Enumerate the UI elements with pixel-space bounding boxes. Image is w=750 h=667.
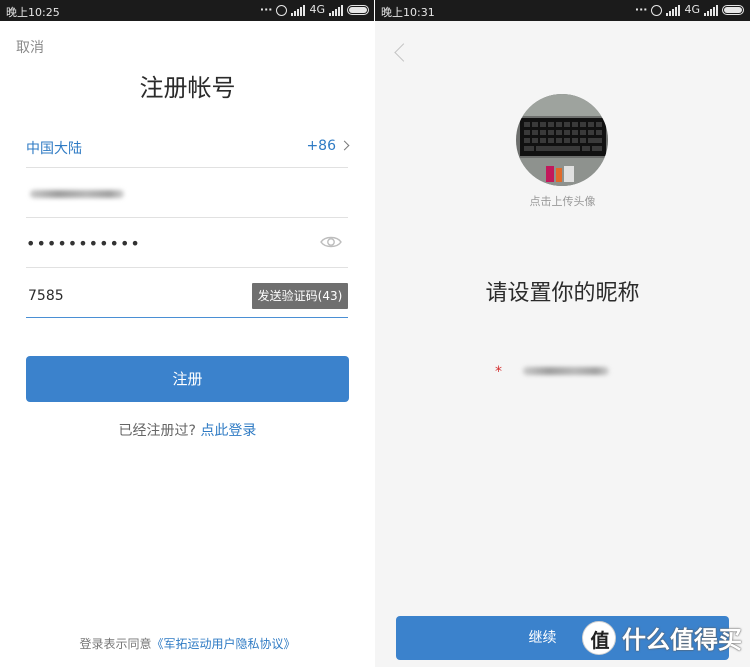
agreement-text: 登录表示同意 (79, 637, 152, 651)
page-title: 注册帐号 (139, 74, 236, 102)
watermark-logo-char: 值 (590, 629, 610, 652)
signal-icon (704, 4, 718, 16)
keyboard-photo-icon (516, 94, 608, 186)
status-icons: ··· 4G (260, 3, 369, 17)
status-bar: 晚上10:31 ··· 4G (375, 0, 750, 21)
network-type: 4G (684, 3, 700, 16)
battery-icon (722, 5, 744, 15)
watermark-logo-icon: 值 (582, 620, 616, 655)
login-link[interactable]: 点此登录 (200, 423, 256, 439)
page-title: 请设置你的昵称 (485, 281, 640, 306)
nickname-input[interactable] (523, 367, 609, 375)
signal-icon (329, 4, 343, 16)
signal-icon (666, 4, 681, 16)
avatar[interactable] (516, 94, 608, 186)
login-prompt-text: 已经注册过? (118, 423, 196, 439)
dots-icon: ··· (634, 3, 648, 16)
eye-icon[interactable] (320, 235, 342, 249)
battery-icon (347, 5, 369, 15)
status-bar: 晚上10:25 ··· 4G (0, 0, 375, 21)
watermark: 值 什么值得买 (582, 620, 742, 655)
status-time: 晚上10:31 (381, 6, 435, 19)
chevron-left-icon[interactable] (394, 43, 413, 62)
login-prompt: 已经注册过? 点此登录 (0, 420, 375, 440)
signal-icon (291, 4, 306, 16)
register-button[interactable]: 注册 (26, 356, 349, 402)
continue-label: 继续 (528, 630, 557, 646)
nickname-screen: 晚上10:31 ··· 4G 点击上传头像 请设置你的昵称 * 继续 (375, 0, 750, 667)
chevron-right-icon (339, 140, 350, 151)
password-mask: ••••••••••• (26, 234, 141, 253)
watermark-text: 什么值得买 (622, 626, 742, 654)
alarm-icon (651, 4, 663, 16)
verification-code-value: 7585 (28, 288, 64, 304)
upload-avatar-hint: 点击上传头像 (529, 195, 596, 208)
required-mark: * (495, 364, 502, 380)
phone-input[interactable] (26, 168, 348, 218)
region-name: 中国大陆 (26, 141, 82, 157)
network-type: 4G (309, 3, 325, 16)
dots-icon: ··· (259, 3, 273, 16)
register-screen: 晚上10:25 ··· 4G 取消 注册帐号 中国大陆 +86 ••••••••… (0, 0, 375, 667)
alarm-icon (276, 4, 288, 16)
cancel-button[interactable]: 取消 (16, 37, 44, 57)
password-input[interactable]: ••••••••••• (26, 218, 348, 268)
screenshot-composite: 晚上10:25 ··· 4G 取消 注册帐号 中国大陆 +86 ••••••••… (0, 0, 750, 667)
privacy-policy-link[interactable]: 《军拓运动用户隐私协议》 (152, 637, 296, 651)
agreement-notice: 登录表示同意《军拓运动用户隐私协议》 (0, 635, 375, 652)
region-selector[interactable]: 中国大陆 +86 (26, 118, 350, 168)
send-code-button[interactable]: 发送验证码(43) (252, 283, 348, 309)
blurred-phone-number (30, 190, 124, 198)
status-icons: ··· 4G (635, 3, 744, 17)
status-time: 晚上10:25 (6, 6, 60, 19)
region-code: +86 (306, 138, 336, 154)
verification-code-input[interactable]: 7585 发送验证码(43) (26, 268, 348, 318)
